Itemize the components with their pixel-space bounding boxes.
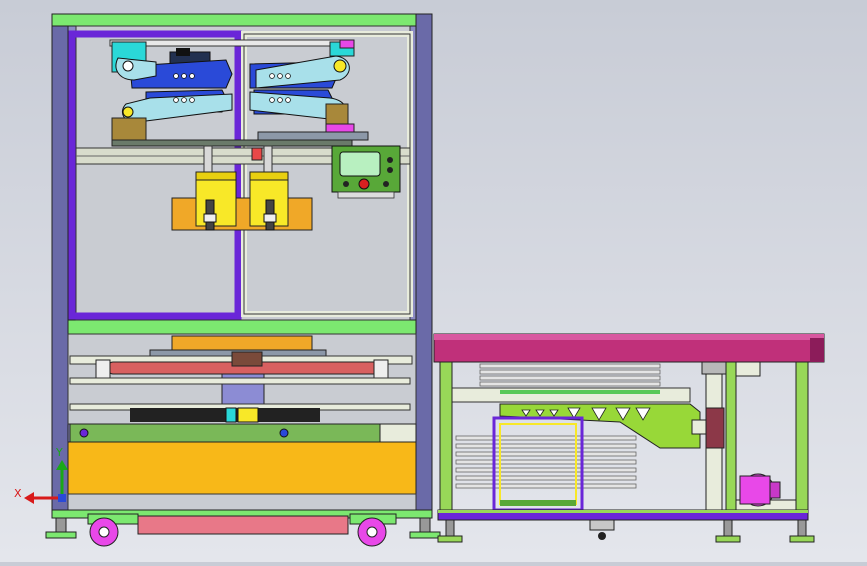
left-frame-post-outer	[51, 13, 69, 515]
green-base-plate	[69, 423, 381, 443]
conveyor-foot-right	[789, 535, 815, 543]
actuator-rod-right	[263, 145, 273, 173]
belt-teeth	[130, 407, 320, 423]
right-conveyor-table	[433, 333, 825, 543]
orange-tool-plate	[171, 197, 313, 231]
control-panel[interactable]	[331, 145, 401, 199]
mid-green-rail	[67, 319, 417, 335]
top-green-rail	[51, 13, 417, 27]
conveyor-leg-right	[795, 361, 809, 519]
cyan-swing-arm-upper-left	[115, 57, 157, 81]
axis-x-label: X	[14, 487, 22, 500]
bottom-pink-skirt	[137, 515, 349, 535]
orange-base-tank	[67, 441, 417, 497]
clamp-pad-right	[325, 103, 349, 127]
control-panel-screen	[339, 151, 381, 177]
actuator-rod-left	[203, 145, 213, 173]
emergency-stop-button[interactable]	[358, 178, 370, 190]
conveyor-foot-left	[437, 535, 463, 543]
conveyor-foot-mid	[715, 535, 741, 543]
right-frame-post-outer	[415, 13, 433, 515]
conveyor-leg-left	[439, 361, 453, 519]
leveling-foot-right	[409, 531, 441, 539]
left-machine-cabinet	[45, 13, 441, 547]
leveling-foot-left	[45, 531, 77, 539]
control-panel-indicator	[387, 157, 393, 163]
axis-y-label: Y	[55, 446, 63, 459]
clamp-pad-left	[111, 117, 147, 143]
actuator-motor-block	[705, 407, 725, 449]
cad-assembly-view[interactable]: X Y	[0, 0, 867, 562]
